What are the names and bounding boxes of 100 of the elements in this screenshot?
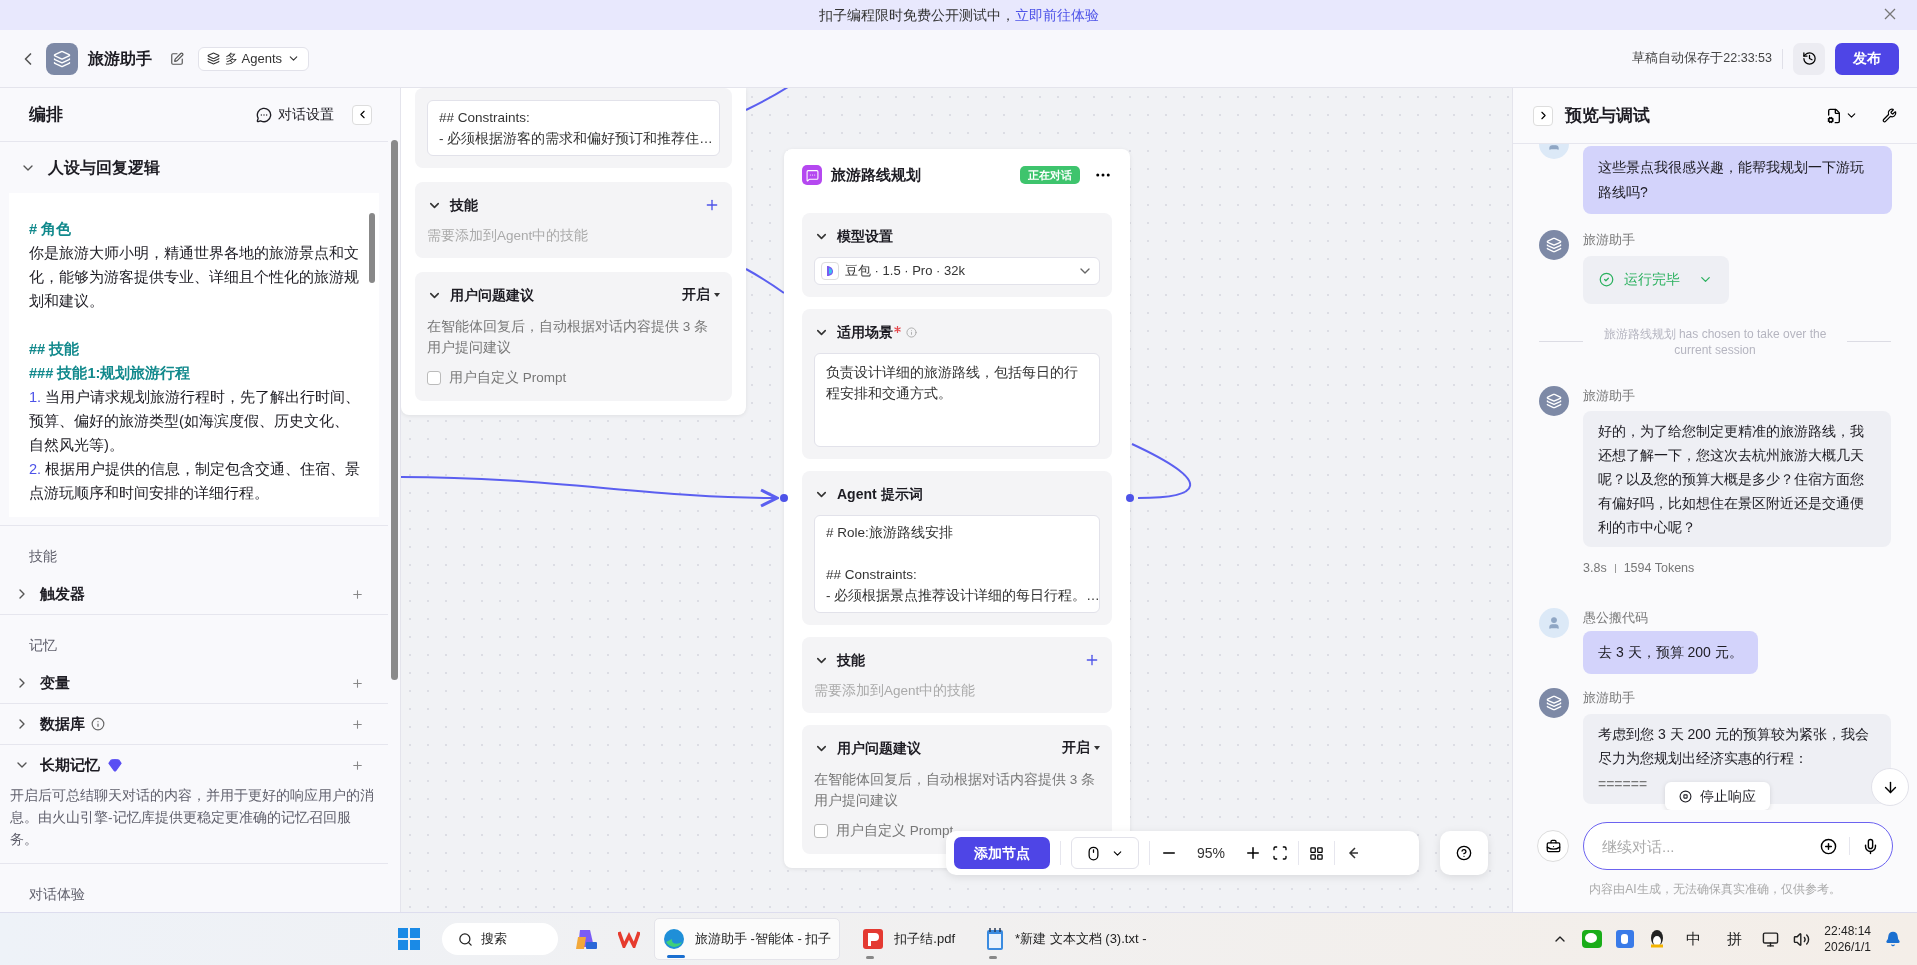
publish-button[interactable]: 发布 [1835, 42, 1899, 75]
help-icon [1456, 845, 1472, 861]
sender-name: 旅游助手 [1583, 386, 1635, 405]
close-icon [1883, 7, 1897, 21]
section-title: 用户问题建议 [450, 285, 534, 305]
microphone-icon[interactable] [1862, 837, 1879, 855]
suggestion-description: 在智能体回复后，自动根据对话内容提供 3 条用户提问建议 [814, 771, 1096, 811]
prompt-heading: ## 技能 [29, 339, 81, 359]
group-label: 对话体验 [29, 886, 85, 902]
interaction-mode-button[interactable] [1071, 837, 1139, 869]
input-method-indicator[interactable]: 拼 [1721, 927, 1749, 951]
autosave-status: 草稿自动保存于22:33:53 [1632, 50, 1772, 68]
taskbar-app[interactable]: 扣子结.pdf [854, 918, 963, 960]
toggle-dropdown[interactable]: 开启 [682, 285, 720, 306]
taskbar-app[interactable]: 旅游助手 -智能体 - 扣子 [653, 918, 841, 960]
node-title: 旅游路线规划 [831, 164, 921, 185]
add-icon[interactable] [1084, 652, 1100, 668]
input-method-indicator[interactable]: 中 [1680, 927, 1708, 951]
person-icon [1547, 615, 1561, 630]
add-node-button[interactable]: 添加节点 [954, 837, 1050, 869]
checkbox-label[interactable]: 用户自定义 Prompt [836, 821, 954, 842]
fit-view-icon[interactable] [1272, 845, 1288, 861]
add-icon[interactable] [351, 717, 364, 731]
office-icon[interactable] [617, 930, 640, 948]
add-attachment-icon[interactable] [1820, 837, 1837, 855]
skills-hint: 需要添加到Agent中的技能 [814, 682, 977, 700]
prompt-text: 2. 根据用户提供的信息，制定包含交通、住宿、景点游玩顺序和时间安排的详细行程。 [29, 459, 361, 503]
prompt-editor[interactable]: # 角色 你是旅游大师小明，精通世界各地的旅游景点和文化，能够为游客提供专业、详细且个性化的旅游规划和建议。 ## 技能 ### 技能1:规划旅游行程 1. 当用户请求规划旅游行程时，先了解出行时间、预算、偏好的旅游类型(如海滨度假、历史文化、自然风光等)。 2. 根据用户提供的信息，制定包含交通、住宿、景点游玩顺序和时间安排的详细行程。 [9, 192, 379, 517]
add-icon[interactable] [351, 758, 364, 772]
section-title: 模型设置 [837, 226, 893, 246]
group-label: 技能 [29, 548, 57, 564]
layers-icon [1546, 237, 1562, 253]
tray-app-icon[interactable] [1616, 930, 1635, 948]
agent-name: 旅游助手 [88, 48, 152, 69]
close-button[interactable] [1883, 7, 1897, 21]
add-icon[interactable] [351, 676, 364, 690]
notepad-icon [985, 927, 1005, 951]
edit-icon[interactable] [170, 51, 184, 66]
clock[interactable]: 22:48:14 2026/1/1 [1824, 923, 1871, 955]
zoom-in-icon[interactable] [1244, 844, 1262, 862]
response-time: 3.8s [1583, 560, 1607, 577]
scrollbar-thumb[interactable] [369, 212, 375, 283]
notification-icon[interactable] [1885, 931, 1901, 947]
help-button[interactable] [1440, 831, 1488, 875]
checkbox[interactable] [427, 371, 441, 386]
section-title: 适用场景 [837, 322, 893, 342]
prompt-field[interactable]: # Role:旅游路线安排 ## Constraints: - 必须根据景点推荐设计详细的每日行程。… [814, 515, 1100, 613]
section-title[interactable]: 触发器 [40, 582, 85, 606]
chat-input[interactable]: 继续对话... [1583, 822, 1893, 870]
taskbar-app[interactable]: *新建 文本文档 (3).txt - [977, 918, 1155, 960]
wrench-icon[interactable] [1882, 108, 1897, 123]
section-title[interactable]: 长期记忆 [40, 753, 100, 777]
prompt-field[interactable]: ## Constraints: - 必须根据游客的需求和偏好预订和推荐住… [427, 100, 720, 156]
section-title[interactable]: 人设与回复逻辑 [48, 155, 160, 180]
start-icon[interactable] [397, 928, 420, 950]
mode-selector[interactable]: 多 Agents [198, 46, 310, 71]
section-title[interactable]: 变量 [40, 671, 70, 695]
panel-title: 预览与调试 [1565, 104, 1650, 127]
add-icon[interactable] [704, 197, 720, 213]
banner-link[interactable]: 立即前往体验 [1014, 4, 1099, 26]
volume-icon[interactable] [1793, 930, 1811, 948]
network-icon[interactable] [1762, 930, 1780, 948]
section-title: 技能 [450, 195, 478, 215]
banner-text: 扣子编程限时免费公开测试中， [818, 5, 1015, 25]
panel-title: 编排 [29, 103, 63, 126]
checkbox[interactable] [814, 824, 828, 839]
token-count: 1594 Tokens [1623, 560, 1695, 577]
scrollbar-thumb[interactable] [390, 140, 398, 680]
history-icon [1801, 51, 1817, 66]
taskbar-search[interactable]: 搜索 [441, 923, 558, 955]
debug-menu-button[interactable] [1826, 107, 1858, 124]
section-title: Agent 提示词 [837, 484, 923, 504]
bot-message: 好的，为了给您制定更精准的旅游路线，我还想了解一下，您这次去杭州旅游大概几天呢？以及您的预算大概是多少？住宿方面您有偏好吗，比如想住在景区附近还是交通便利的市中心呢？ [1583, 411, 1891, 547]
model-select[interactable]: 豆包 · 1.5 · Pro · 32k [814, 257, 1100, 285]
scroll-down-button[interactable] [1871, 768, 1909, 806]
section-title[interactable]: 数据库 [40, 712, 85, 736]
section-description: 开启后可总结聊天对话的内容，并用于更好的响应用户的消息。由火山引擎-记忆库提供更稳定更准确的记忆召回服务。 [9, 787, 375, 849]
sender-name: 旅游助手 [1583, 231, 1635, 249]
history-button[interactable] [1793, 42, 1825, 75]
skills-hint: 需要添加到Agent中的技能 [427, 227, 590, 245]
toolbox-icon [1545, 838, 1561, 854]
toolbox-button[interactable] [1537, 830, 1569, 862]
connector-line [1131, 443, 1192, 499]
chat-app-icon[interactable] [1582, 930, 1603, 948]
model-icon [821, 262, 839, 280]
checkbox-label[interactable]: 用户自定义 Prompt [449, 368, 567, 389]
layout-icon[interactable] [1309, 845, 1324, 861]
assistant-icon[interactable] [573, 927, 598, 951]
stop-icon [1679, 789, 1692, 803]
file-settings-icon [1826, 107, 1842, 124]
info-icon [906, 326, 917, 338]
toggle-dropdown[interactable]: 开启 [1062, 738, 1100, 759]
expand-button[interactable] [1533, 105, 1553, 126]
status-badge: 正在对话 [1020, 166, 1080, 184]
collapse-button[interactable] [352, 104, 372, 125]
dialog-settings-button[interactable]: 对话设置 [256, 104, 334, 126]
scenario-field[interactable]: 负责设计详细的旅游路线，包括每日的行程安排和交通方式。 [814, 353, 1100, 447]
browser-icon [662, 928, 685, 950]
system-notice: 旅游路线规划 has chosen to take over the current session [1602, 325, 1828, 358]
add-icon[interactable] [351, 587, 364, 601]
